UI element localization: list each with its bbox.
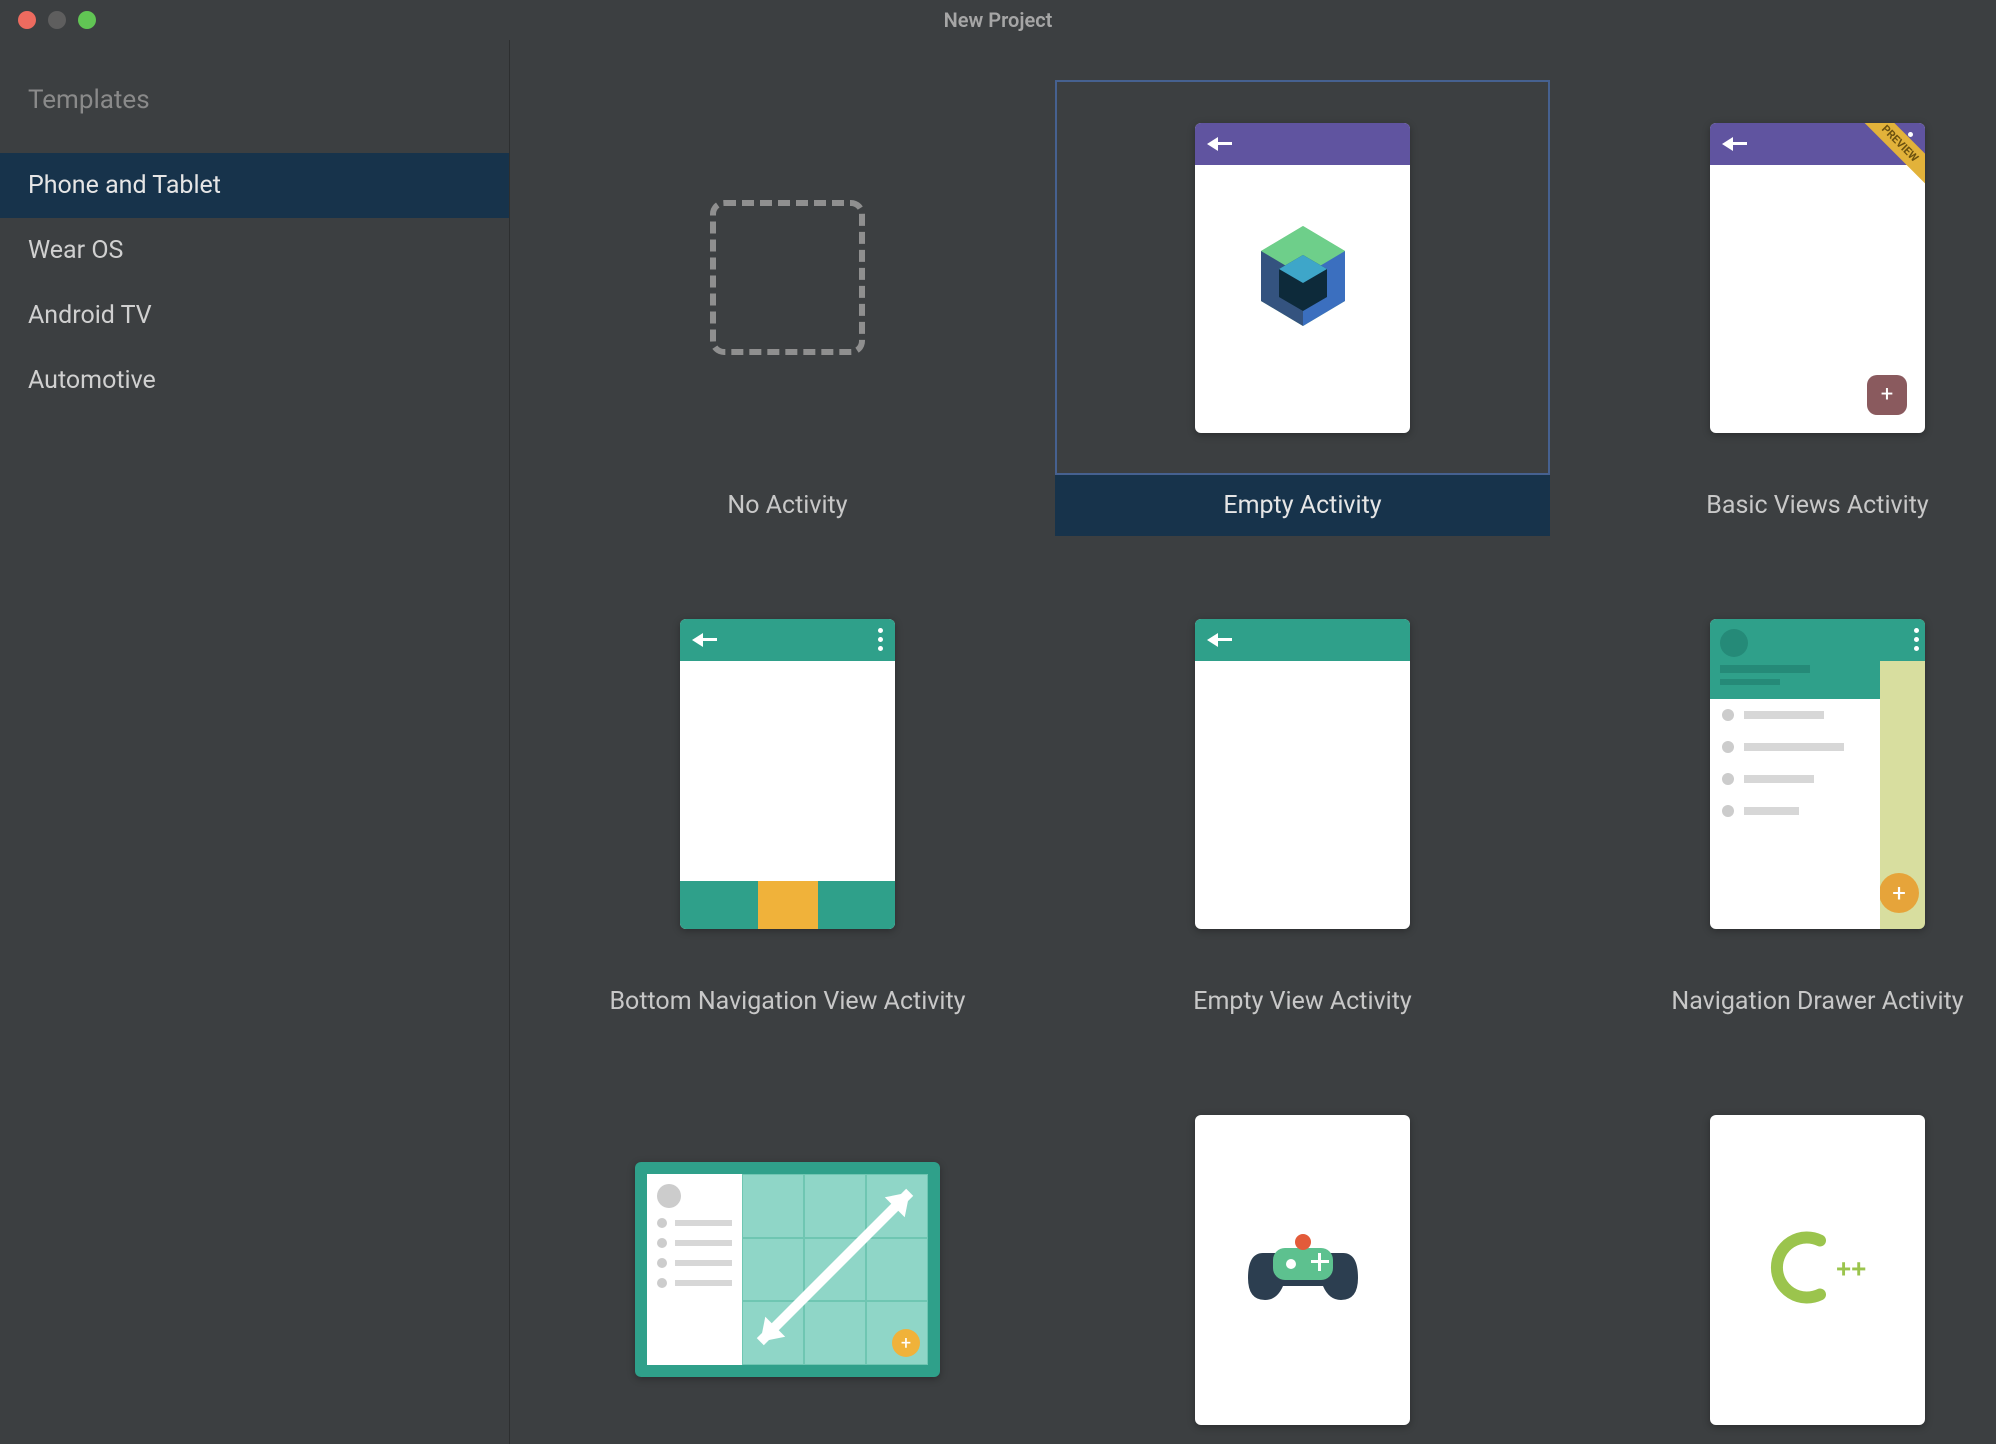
maximize-icon[interactable]	[78, 11, 96, 29]
template-no-activity[interactable]: No Activity	[540, 80, 1035, 536]
fab-icon: +	[1879, 873, 1919, 913]
sidebar: Templates Phone and Tablet Wear OS Andro…	[0, 40, 510, 1444]
template-navigation-drawer-activity[interactable]: + Navigation Drawer Activity	[1570, 576, 1996, 1032]
sidebar-heading: Templates	[0, 85, 509, 153]
app-bar	[680, 619, 895, 661]
template-thumbnail	[1055, 80, 1550, 475]
overflow-menu-icon	[878, 628, 883, 651]
gamepad-icon	[1243, 1228, 1363, 1312]
back-arrow-icon	[1207, 633, 1232, 647]
overflow-menu-icon	[1914, 628, 1919, 651]
template-label: Basic Views Activity	[1570, 475, 1996, 536]
template-thumbnail: ++	[1570, 1072, 1996, 1444]
template-bottom-navigation-view-activity[interactable]: Bottom Navigation View Activity	[540, 576, 1035, 1032]
svg-text:++: ++	[1836, 1253, 1866, 1283]
template-label: Bottom Navigation View Activity	[540, 971, 1035, 1032]
template-responsive-activity[interactable]: + Responsive Activity	[540, 1072, 1035, 1444]
titlebar: New Project	[0, 0, 1996, 40]
phone-preview: ++	[1710, 1115, 1925, 1425]
template-game-activity-cpp[interactable]: Game Activity (C++)	[1055, 1072, 1550, 1444]
app-bar	[1880, 619, 1925, 661]
template-label: Empty View Activity	[1055, 971, 1550, 1032]
tablet-preview: +	[635, 1162, 940, 1377]
template-thumbnail: +	[1570, 576, 1996, 971]
back-arrow-icon	[1722, 137, 1747, 151]
close-icon[interactable]	[18, 11, 36, 29]
template-label: Navigation Drawer Activity	[1570, 971, 1996, 1032]
template-thumbnail: +	[540, 1072, 1035, 1444]
back-arrow-icon	[1207, 137, 1232, 151]
bottom-nav-bar	[680, 881, 895, 929]
fab-icon: +	[1867, 375, 1907, 415]
template-thumbnail: PREVIEW +	[1570, 80, 1996, 475]
phone-preview	[1195, 619, 1410, 929]
template-basic-views-activity[interactable]: PREVIEW + Basic Views Activity	[1570, 80, 1996, 536]
nav-drawer	[1710, 619, 1880, 929]
dashed-square-icon	[710, 200, 865, 355]
back-arrow-icon	[692, 633, 717, 647]
template-thumbnail	[540, 80, 1035, 475]
template-label: No Activity	[540, 475, 1035, 536]
sidebar-item-automotive[interactable]: Automotive	[0, 348, 509, 413]
phone-preview	[1195, 123, 1410, 433]
phone-preview: +	[1710, 619, 1925, 929]
template-empty-view-activity[interactable]: Empty View Activity	[1055, 576, 1550, 1032]
sidebar-item-android-tv[interactable]: Android TV	[0, 283, 509, 348]
fab-icon: +	[892, 1329, 920, 1357]
jetpack-compose-icon	[1253, 221, 1353, 335]
minimize-icon[interactable]	[48, 11, 66, 29]
phone-preview: PREVIEW +	[1710, 123, 1925, 433]
template-thumbnail	[1055, 576, 1550, 971]
template-native-cpp[interactable]: ++ Native C++	[1570, 1072, 1996, 1444]
phone-preview	[680, 619, 895, 929]
window-title: New Project	[944, 8, 1053, 32]
sidebar-item-wear-os[interactable]: Wear OS	[0, 218, 509, 283]
template-thumbnail	[1055, 1072, 1550, 1444]
app-bar	[1195, 123, 1410, 165]
window-controls	[0, 11, 96, 29]
cpp-icon: ++	[1748, 1222, 1888, 1317]
template-label: Empty Activity	[1055, 475, 1550, 536]
sidebar-item-phone-and-tablet[interactable]: Phone and Tablet	[0, 153, 509, 218]
resize-arrow-icon	[752, 1184, 918, 1350]
template-empty-activity[interactable]: Empty Activity	[1055, 80, 1550, 536]
template-thumbnail	[540, 576, 1035, 971]
phone-preview	[1195, 1115, 1410, 1425]
app-bar	[1195, 619, 1410, 661]
template-grid: No Activity	[510, 40, 1996, 1444]
